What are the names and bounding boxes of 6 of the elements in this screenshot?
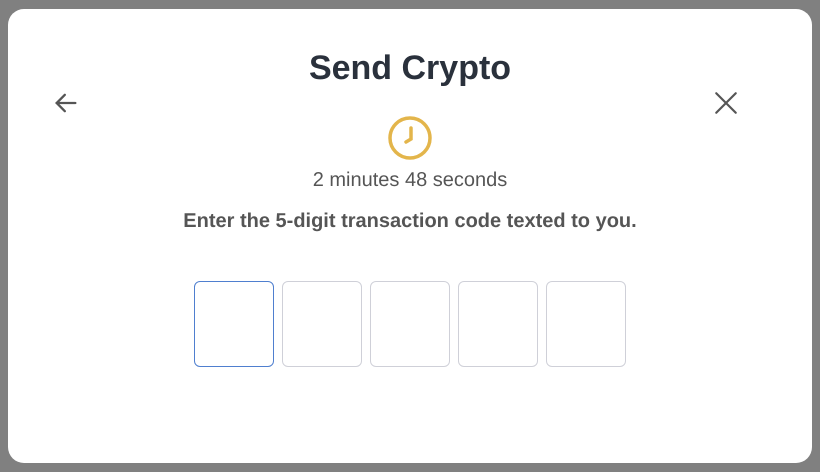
clock-icon: [387, 115, 433, 161]
code-digit-field[interactable]: [194, 281, 274, 367]
close-icon: [713, 90, 739, 116]
dialog-title: Send Crypto: [308, 49, 512, 88]
instruction-text: Enter the 5-digit transaction code texted to you.: [183, 210, 637, 233]
countdown-timer: 2 minutes 48 seconds: [312, 169, 508, 192]
